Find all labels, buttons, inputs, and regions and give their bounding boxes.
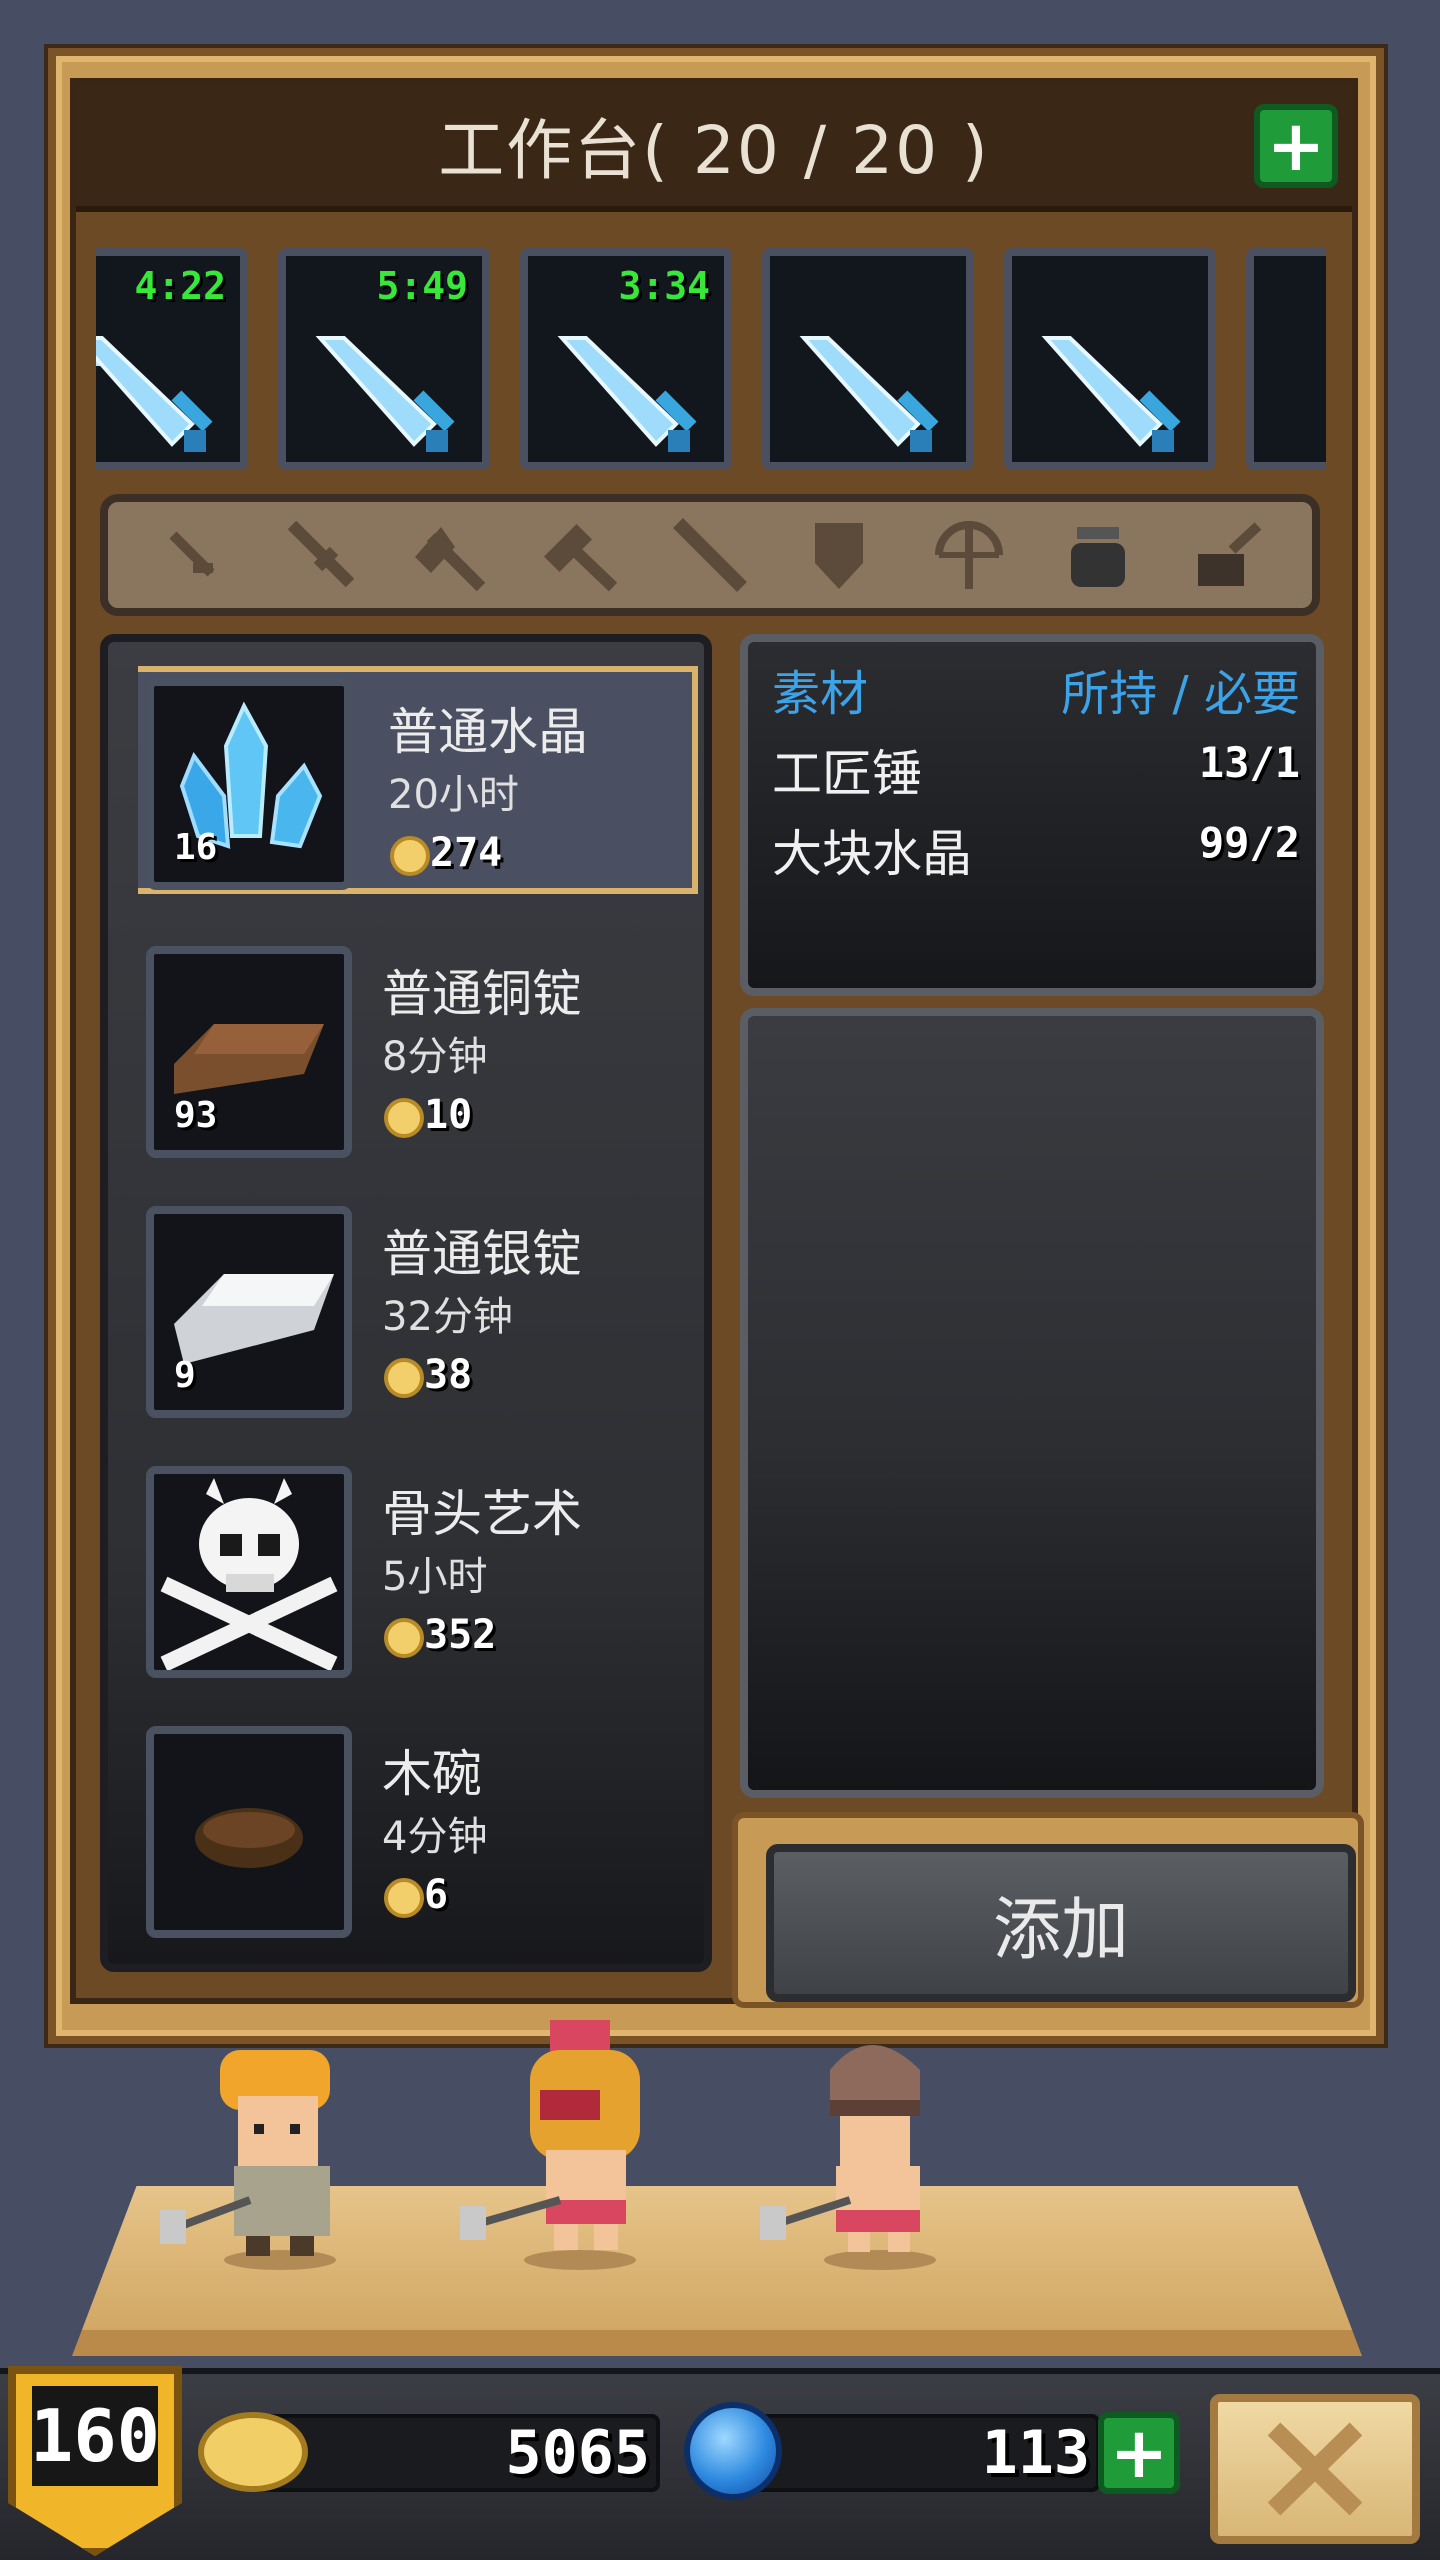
title-bar: 工作台( 20 / 20 ) +: [76, 84, 1352, 212]
queue-timer: 3:34: [618, 264, 710, 308]
queue-timer: 4:22: [134, 264, 226, 308]
queue-timer: 5:49: [376, 264, 468, 308]
recipe-name: 普通银锭: [382, 1225, 582, 1283]
gem-icon: [684, 2402, 782, 2500]
recipe-list: 16 普通水晶 20小时 274 93 普通铜锭 8分钟 10 9 普通银锭 3…: [100, 634, 712, 1972]
hammer-icon[interactable]: [539, 513, 623, 597]
bow-icon[interactable]: [927, 513, 1011, 597]
queue-slot[interactable]: [1246, 248, 1326, 470]
list-item[interactable]: 骨头艺术 5小时 352: [132, 1454, 692, 1682]
recipe-time: 4分钟: [382, 1814, 488, 1860]
add-slot-button[interactable]: +: [1254, 104, 1338, 188]
recipe-name: 普通水晶: [388, 703, 588, 761]
recipe-qty: 16: [174, 827, 218, 868]
ice-sword-icon: [1041, 336, 1181, 452]
recipe-thumb: 93: [146, 946, 352, 1158]
plus-icon: +: [1266, 105, 1326, 187]
queue-slot[interactable]: 3:34: [520, 248, 732, 470]
gem-amount: 113: [981, 2418, 1090, 2488]
recipe-price: 38: [424, 1352, 473, 1398]
recipe-time: 5小时: [382, 1554, 488, 1600]
worker-blacksmith-3: [760, 2045, 936, 2270]
queue-slot[interactable]: 4:22: [96, 248, 248, 470]
recipe-name: 木碗: [382, 1745, 482, 1803]
recipe-qty: 93: [174, 1095, 218, 1136]
page-title: 工作台( 20 / 20 ): [438, 112, 990, 189]
misc-icon[interactable]: [1185, 513, 1269, 597]
plus-icon: +: [1109, 2412, 1169, 2494]
gold-amount: 5065: [505, 2418, 651, 2488]
add-button[interactable]: 添加: [766, 1844, 1356, 2002]
close-button[interactable]: [1210, 2394, 1420, 2544]
recipe-time: 8分钟: [382, 1034, 488, 1080]
ice-sword-icon: [799, 336, 939, 452]
material-count: 13/1: [1198, 738, 1300, 787]
close-icon: [1267, 2422, 1363, 2516]
sword-icon[interactable]: [280, 513, 364, 597]
recipe-price: 352: [424, 1612, 497, 1658]
recipe-price: 10: [424, 1092, 473, 1138]
recipe-name: 骨头艺术: [382, 1485, 582, 1543]
queue-slot[interactable]: [762, 248, 974, 470]
ice-sword-icon: [315, 336, 455, 452]
queue-slot[interactable]: [1004, 248, 1216, 470]
pot-icon[interactable]: [1056, 513, 1140, 597]
recipe-thumb: 9: [146, 1206, 352, 1418]
recipe-time: 32分钟: [382, 1294, 513, 1340]
recipe-thumb: [146, 1466, 352, 1678]
material-name: 大块水晶: [772, 825, 972, 883]
recipe-time: 20小时: [388, 772, 519, 818]
list-item[interactable]: 9 普通银锭 32分钟 38: [132, 1194, 692, 1422]
category-tabs: [100, 494, 1320, 616]
player-level: 160: [30, 2386, 160, 2486]
list-item[interactable]: 木碗 4分钟 6: [132, 1714, 692, 1942]
gold-coin-icon: [198, 2412, 308, 2492]
list-item[interactable]: 93 普通铜锭 8分钟 10: [132, 934, 692, 1162]
recipe-thumb: 16: [146, 678, 352, 890]
shield-icon[interactable]: [797, 513, 881, 597]
recipe-price: 274: [430, 830, 503, 876]
recipe-name: 普通铜锭: [382, 965, 582, 1023]
coin-icon: [390, 836, 430, 876]
recipe-qty: 9: [174, 1355, 196, 1396]
coin-icon: [384, 1098, 424, 1138]
skull-crossbones-icon: [160, 1478, 338, 1670]
ice-sword-icon: [557, 336, 697, 452]
material-name: 工匠锤: [772, 745, 922, 803]
materials-panel: 素材 所持 / 必要 工匠锤 13/1 大块水晶 99/2: [740, 634, 1324, 996]
dagger-icon[interactable]: [151, 513, 235, 597]
materials-owned-needed-header: 所持 / 必要: [1061, 666, 1300, 722]
coin-icon: [384, 1618, 424, 1658]
queue-slot[interactable]: 5:49: [278, 248, 490, 470]
material-count: 99/2: [1198, 818, 1300, 867]
recipe-thumb: [146, 1726, 352, 1938]
coin-icon: [384, 1878, 424, 1918]
worker-blacksmith-2: [460, 2020, 640, 2270]
materials-header: 素材: [772, 666, 869, 722]
crafting-queue: 4:22 5:49 3:34: [96, 248, 1326, 470]
buy-gems-button[interactable]: +: [1098, 2412, 1180, 2494]
list-item[interactable]: 16 普通水晶 20小时 274: [138, 666, 698, 894]
wooden-bowl-icon: [195, 1808, 303, 1868]
recipe-price: 6: [424, 1872, 449, 1918]
worker-blacksmith-1: [160, 2050, 336, 2270]
item-info-panel: [740, 1008, 1324, 1798]
coin-icon: [384, 1358, 424, 1398]
ice-sword-icon: [96, 336, 213, 452]
staff-icon[interactable]: [668, 513, 752, 597]
axe-icon[interactable]: [409, 513, 493, 597]
